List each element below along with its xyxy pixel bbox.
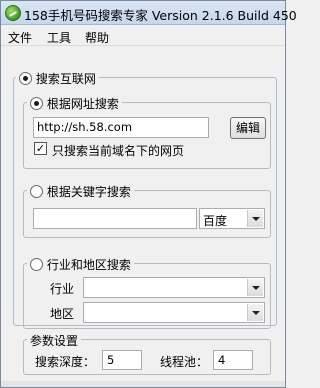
industry-region-option[interactable]: 行业和地区搜索 xyxy=(27,256,134,273)
depth-input[interactable]: 5 xyxy=(102,350,142,370)
industry-label: 行业 xyxy=(50,282,75,296)
internet-search-option[interactable]: 搜索互联网 xyxy=(16,70,99,87)
region-select[interactable] xyxy=(83,302,265,323)
status-bar xyxy=(1,381,285,387)
title-bar[interactable]: 158手机号码搜索专家 Version 2.1.6 Build 450 xyxy=(1,1,297,25)
edit-button[interactable]: 编辑 xyxy=(230,117,266,139)
app-logo-icon xyxy=(5,5,21,21)
url-search-label: 根据网址搜索 xyxy=(46,97,119,111)
internet-search-radio[interactable] xyxy=(19,72,32,85)
menu-help[interactable]: 帮助 xyxy=(85,29,109,46)
keyword-search-label: 根据关键字搜索 xyxy=(46,185,131,199)
app-window: 158手机号码搜索专家 Version 2.1.6 Build 450 文件 工… xyxy=(0,0,297,388)
url-input[interactable]: http://sh.58.com xyxy=(33,117,209,138)
search-engine-select[interactable]: 百度 xyxy=(199,208,265,229)
menu-tools[interactable]: 工具 xyxy=(47,29,71,46)
domain-only-checkbox[interactable]: ✓ xyxy=(34,142,47,155)
keyword-search-radio[interactable] xyxy=(30,185,43,198)
search-engine-value: 百度 xyxy=(203,214,228,228)
keyword-search-option[interactable]: 根据关键字搜索 xyxy=(27,183,134,200)
chevron-down-icon[interactable] xyxy=(247,279,263,296)
chevron-down-icon[interactable] xyxy=(247,304,263,321)
keyword-input[interactable] xyxy=(33,208,197,229)
internet-search-label: 搜索互联网 xyxy=(35,72,96,86)
chevron-down-icon[interactable] xyxy=(247,210,263,227)
industry-select[interactable] xyxy=(83,277,265,298)
window-title: 158手机号码搜索专家 Version 2.1.6 Build 450 xyxy=(24,8,297,23)
menu-file[interactable]: 文件 xyxy=(8,29,32,46)
menu-bar: 文件 工具 帮助 xyxy=(1,26,285,46)
url-search-radio[interactable] xyxy=(30,97,43,110)
url-search-option[interactable]: 根据网址搜索 xyxy=(27,95,122,112)
threads-input[interactable]: 4 xyxy=(213,350,253,370)
params-title: 参数设置 xyxy=(27,332,82,349)
region-label: 地区 xyxy=(50,307,75,321)
industry-region-radio[interactable] xyxy=(30,258,43,271)
domain-only-label: 只搜索当前域名下的网页 xyxy=(52,144,185,158)
threads-label: 线程池： xyxy=(160,355,209,369)
depth-label: 搜索深度： xyxy=(35,355,96,369)
industry-region-label: 行业和地区搜索 xyxy=(46,258,131,272)
